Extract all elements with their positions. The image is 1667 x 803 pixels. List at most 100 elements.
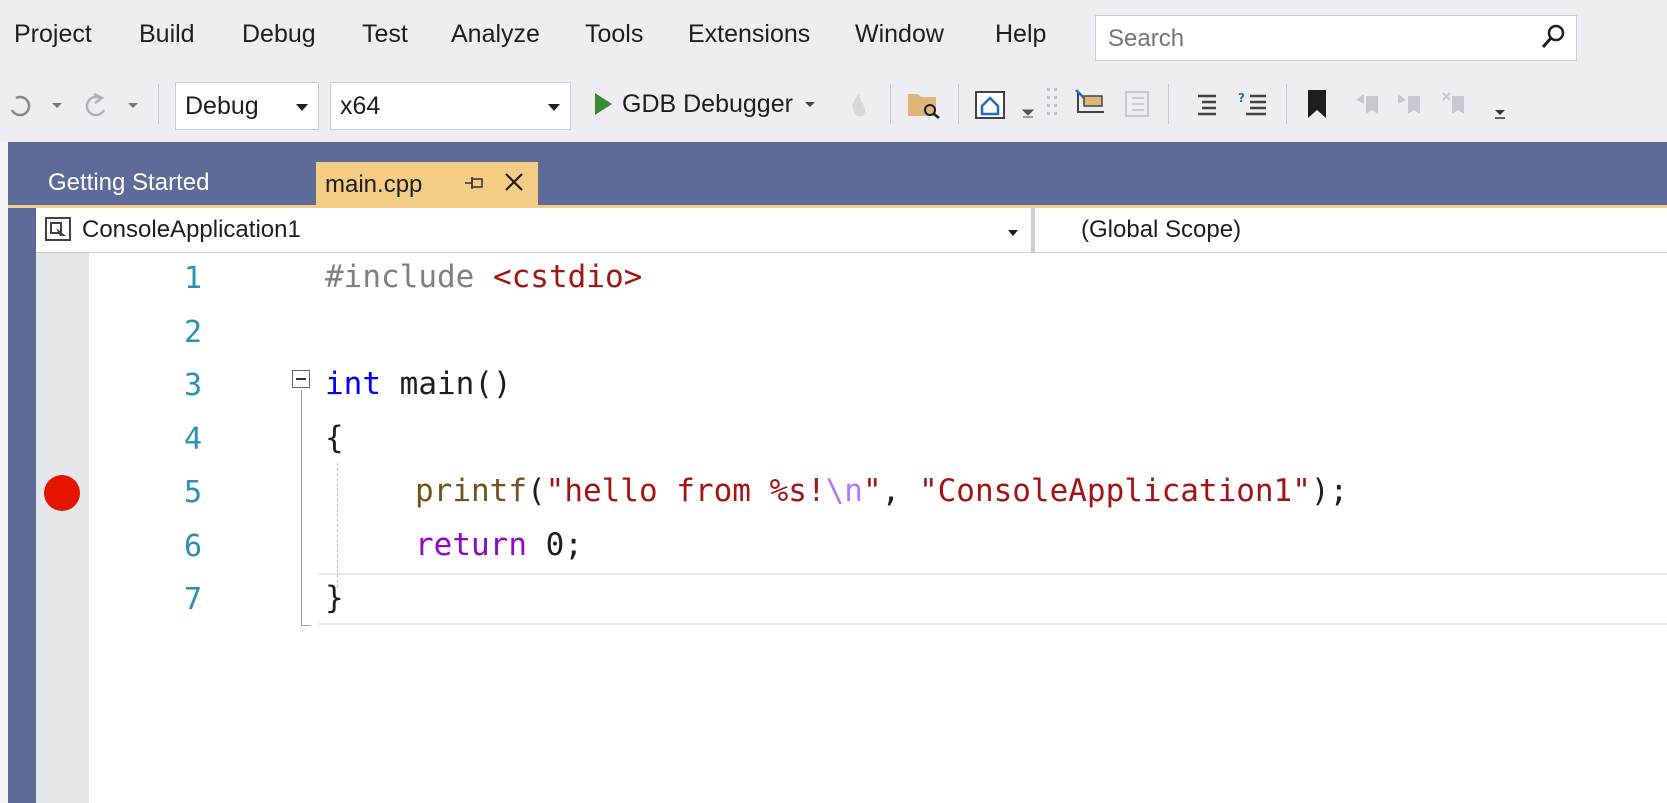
toolbar-separator (158, 84, 159, 124)
code-line-7: } (325, 580, 344, 616)
clear-bookmarks-icon[interactable] (1442, 90, 1470, 118)
editor-margin (89, 253, 90, 803)
navigation-bar: ConsoleApplication1 (Global Scope) (36, 208, 1667, 253)
home-icon[interactable] (974, 90, 1006, 120)
toolbar-separator (1168, 84, 1169, 124)
collapse-toggle-icon[interactable] (292, 370, 310, 388)
toolbar-separator (1286, 84, 1287, 124)
search-box (1095, 15, 1577, 61)
project-dropdown[interactable]: ConsoleApplication1 (36, 208, 1029, 252)
menu-analyze[interactable]: Analyze (451, 20, 540, 49)
chevron-down-icon (548, 104, 560, 111)
uncomment-icon[interactable]: ? (1236, 88, 1270, 118)
redo-icon[interactable] (6, 92, 32, 118)
configuration-value: Debug (185, 92, 259, 120)
outline-guide-end (301, 625, 311, 626)
undo-dropdown-icon[interactable] (126, 100, 140, 110)
project-icon (45, 217, 71, 241)
chevron-down-icon[interactable] (1022, 108, 1034, 118)
search-input[interactable] (1106, 24, 1510, 54)
parens: () (474, 366, 512, 402)
tab-main-cpp[interactable]: main.cpp (316, 162, 538, 205)
next-bookmark-icon[interactable] (1398, 90, 1426, 118)
platform-value: x64 (340, 92, 381, 120)
navbar-divider (1031, 208, 1035, 252)
tab-label: main.cpp (325, 171, 423, 198)
svg-text:?: ? (1238, 91, 1245, 105)
code-line-5: printf("hello from %s!\n", "ConsoleAppli… (415, 473, 1348, 509)
function-call: printf (415, 473, 527, 509)
search-icon[interactable] (1538, 22, 1568, 52)
line-number: 6 (183, 529, 202, 564)
hot-reload-icon[interactable] (848, 92, 870, 120)
close-icon[interactable] (502, 170, 526, 194)
chevron-down-icon[interactable] (803, 99, 817, 109)
configuration-select[interactable]: Debug (175, 82, 319, 130)
line-number: 3 (183, 368, 202, 403)
redo-dropdown-icon[interactable] (50, 100, 64, 110)
pin-icon[interactable] (464, 176, 486, 190)
code-line-3: int main() (325, 366, 512, 402)
bookmark-icon[interactable] (1304, 88, 1330, 120)
chevron-down-icon (1008, 230, 1018, 236)
open-folder-icon[interactable] (906, 88, 942, 120)
play-icon (595, 93, 612, 115)
current-line-highlight (318, 573, 1667, 625)
tab-getting-started[interactable]: Getting Started (39, 162, 314, 205)
debugger-label: GDB Debugger (622, 89, 793, 118)
ide-window: Project Build Debug Test Analyze Tools E… (0, 0, 1667, 803)
solution-explorer-icon[interactable] (1074, 88, 1108, 118)
toolbar-separator (958, 84, 959, 124)
code-line-4: { (325, 420, 344, 456)
platform-select[interactable]: x64 (330, 82, 571, 130)
comment-icon[interactable] (1192, 90, 1222, 118)
breakpoint-gutter[interactable] (36, 253, 89, 803)
escape-sequence: \n (825, 473, 863, 509)
punctuation: , (881, 473, 919, 509)
breakpoint-icon[interactable] (44, 475, 80, 511)
menu-debug[interactable]: Debug (242, 20, 316, 49)
left-edge-strip (0, 142, 8, 803)
outline-guide (301, 390, 302, 626)
line-number: 5 (183, 475, 202, 510)
punctuation: ); (1310, 473, 1349, 509)
menu-extensions[interactable]: Extensions (688, 20, 810, 49)
menu-test[interactable]: Test (362, 20, 408, 49)
menu-tools[interactable]: Tools (585, 20, 643, 49)
scope-dropdown[interactable]: (Global Scope) (1081, 216, 1241, 244)
close-brace: } (325, 580, 344, 616)
code-line-6: return 0; (415, 527, 583, 563)
preprocessor-directive: #include (325, 259, 475, 295)
line-number: 2 (183, 315, 202, 350)
string-literal-end: " (862, 473, 882, 509)
line-number: 1 (183, 261, 202, 296)
punctuation: ( (526, 473, 546, 509)
class-view-icon[interactable] (1120, 88, 1154, 120)
tab-label: Getting Started (48, 169, 210, 196)
menu-project[interactable]: Project (14, 20, 92, 49)
document-tabs: Getting Started main.cpp (8, 162, 1667, 205)
indent-guide (337, 463, 338, 588)
code-editor[interactable]: 1 2 3 4 5 6 7 #include <cstdio> int main… (36, 253, 1667, 803)
undo-icon[interactable] (82, 90, 110, 118)
menu-bar: Project Build Debug Test Analyze Tools E… (0, 0, 1667, 72)
start-debugging-button[interactable]: GDB Debugger (592, 84, 817, 124)
prev-bookmark-icon[interactable] (1354, 90, 1382, 118)
keyword: int (325, 366, 381, 402)
return-value: 0; (526, 527, 583, 563)
toolbar-grip-icon (1047, 88, 1057, 115)
toolbar-overflow-icon[interactable] (1494, 108, 1506, 120)
menu-help[interactable]: Help (995, 20, 1046, 49)
keyword: return (415, 527, 527, 563)
include-header: <cstdio> (492, 259, 643, 295)
line-number: 7 (183, 582, 202, 617)
line-number: 4 (183, 422, 202, 457)
toolbar-separator (890, 84, 891, 124)
project-name: ConsoleApplication1 (82, 216, 301, 243)
menu-window[interactable]: Window (855, 20, 944, 49)
menu-build[interactable]: Build (139, 20, 195, 49)
open-brace: { (325, 420, 344, 456)
chevron-down-icon (296, 104, 308, 111)
code-line-1: #include <cstdio> (325, 259, 642, 295)
string-literal: "hello from %s! (545, 473, 826, 509)
